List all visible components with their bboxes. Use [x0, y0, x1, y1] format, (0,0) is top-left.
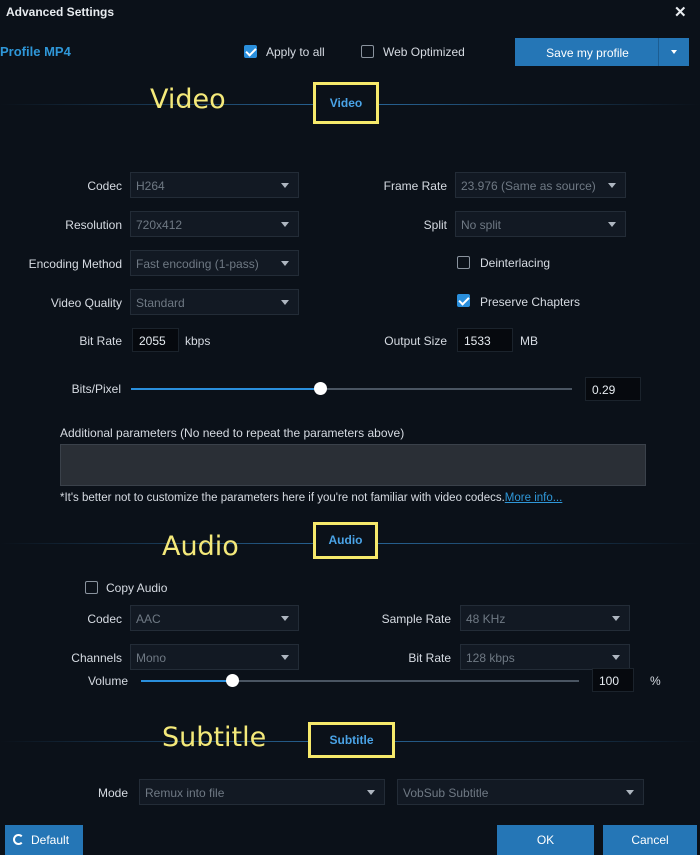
resolution-label: Resolution [65, 218, 122, 232]
output-size-unit: MB [520, 334, 538, 348]
additional-params-label: Additional parameters (No need to repeat… [60, 426, 405, 440]
subtitle-format-value: VobSub Subtitle [403, 786, 489, 800]
frame-rate-value: 23.976 (Same as source) [461, 179, 596, 193]
video-quality-value: Standard [136, 296, 185, 310]
output-size-label: Output Size [384, 334, 447, 348]
resolution-select[interactable]: 720x412 [130, 211, 299, 237]
video-bit-rate-input[interactable]: 2055 [132, 328, 179, 352]
encoding-method-label: Encoding Method [28, 257, 122, 271]
output-size-input[interactable]: 1533 [457, 328, 513, 352]
video-codec-select[interactable]: H264 [130, 172, 299, 198]
video-warning: *It's better not to customize the parame… [60, 492, 562, 504]
copy-audio-label: Copy Audio [106, 581, 168, 595]
video-codec-value: H264 [136, 179, 165, 193]
frame-rate-select[interactable]: 23.976 (Same as source) [455, 172, 626, 198]
bits-pixel-slider-fill [131, 388, 321, 390]
audio-bit-rate-label: Bit Rate [408, 651, 451, 665]
additional-params-textarea[interactable] [60, 444, 646, 486]
split-label: Split [423, 218, 447, 232]
bits-pixel-value: 0.29 [592, 383, 616, 397]
volume-slider-thumb[interactable] [226, 674, 240, 687]
video-quality-label: Video Quality [50, 296, 122, 310]
default-button[interactable]: Default [5, 825, 83, 855]
volume-slider-fill [141, 680, 233, 682]
encoding-method-value: Fast encoding (1-pass) [136, 257, 259, 271]
video-bit-rate-unit: kbps [185, 334, 211, 348]
sample-rate-label: Sample Rate [381, 612, 451, 626]
profile-label: Profile MP4 [0, 44, 71, 59]
volume-value: 100 [599, 674, 620, 688]
sample-rate-value: 48 KHz [466, 612, 506, 626]
subtitle-mode-select[interactable]: Remux into file [139, 779, 385, 805]
video-bit-rate-label: Bit Rate [79, 334, 122, 348]
save-profile-button[interactable]: Save my profile [515, 38, 689, 66]
sample-rate-select[interactable]: 48 KHz [460, 605, 630, 631]
audio-bit-rate-select[interactable]: 128 kbps [460, 644, 630, 670]
audio-annotation: Audio [162, 531, 239, 562]
subtitle-annotation: Subtitle [162, 722, 267, 753]
cancel-button[interactable]: Cancel [603, 825, 697, 855]
audio-section-tab[interactable]: Audio [313, 522, 378, 559]
split-select[interactable]: No split [455, 211, 626, 237]
save-profile-dropdown-icon[interactable] [658, 38, 689, 66]
output-size-value: 1533 [464, 334, 491, 348]
subtitle-format-select[interactable]: VobSub Subtitle [397, 779, 644, 805]
deinterlacing-label: Deinterlacing [480, 256, 551, 270]
web-optimized-label: Web Optimized [383, 45, 465, 59]
channels-select[interactable]: Mono [130, 644, 299, 670]
deinterlacing-checkbox[interactable] [457, 256, 470, 269]
bits-pixel-input[interactable]: 0.29 [585, 377, 641, 401]
encoding-method-select[interactable]: Fast encoding (1-pass) [130, 250, 299, 276]
subtitle-section-tab[interactable]: Subtitle [308, 722, 395, 758]
split-value: No split [461, 218, 502, 232]
volume-input[interactable]: 100 [592, 668, 634, 692]
audio-bit-rate-value: 128 kbps [466, 651, 515, 665]
audio-codec-label: Codec [87, 612, 122, 626]
default-button-label: Default [31, 833, 70, 847]
apply-to-all-label: Apply to all [266, 45, 325, 59]
preserve-chapters-checkbox[interactable] [457, 294, 470, 307]
close-icon[interactable]: ✕ [674, 3, 687, 21]
bits-pixel-slider-thumb[interactable] [314, 382, 328, 395]
channels-label: Channels [71, 651, 122, 665]
video-annotation: Video [150, 84, 226, 115]
copy-audio-checkbox[interactable] [85, 581, 98, 594]
ok-button[interactable]: OK [497, 825, 594, 855]
video-section-tab[interactable]: Video [313, 82, 379, 124]
reset-icon [13, 834, 24, 845]
volume-label: Volume [87, 674, 128, 688]
subtitle-mode-value: Remux into file [145, 786, 225, 800]
volume-unit: % [650, 674, 661, 688]
audio-codec-value: AAC [136, 612, 161, 626]
web-optimized-checkbox[interactable] [361, 45, 374, 58]
preserve-chapters-label: Preserve Chapters [480, 295, 581, 309]
channels-value: Mono [136, 651, 167, 665]
video-quality-select[interactable]: Standard [130, 289, 299, 315]
mode-label: Mode [97, 786, 128, 800]
video-warning-text: *It's better not to customize the parame… [60, 492, 505, 504]
video-codec-label: Codec [87, 179, 122, 193]
bits-pixel-label: Bits/Pixel [71, 382, 121, 396]
audio-codec-select[interactable]: AAC [130, 605, 299, 631]
apply-to-all-checkbox[interactable] [244, 45, 257, 58]
more-info-link[interactable]: More info... [505, 492, 563, 504]
resolution-value: 720x412 [136, 218, 183, 232]
frame-rate-label: Frame Rate [383, 179, 447, 193]
save-profile-label: Save my profile [546, 46, 629, 60]
window-title: Advanced Settings [6, 5, 115, 19]
video-bit-rate-value: 2055 [139, 334, 166, 348]
